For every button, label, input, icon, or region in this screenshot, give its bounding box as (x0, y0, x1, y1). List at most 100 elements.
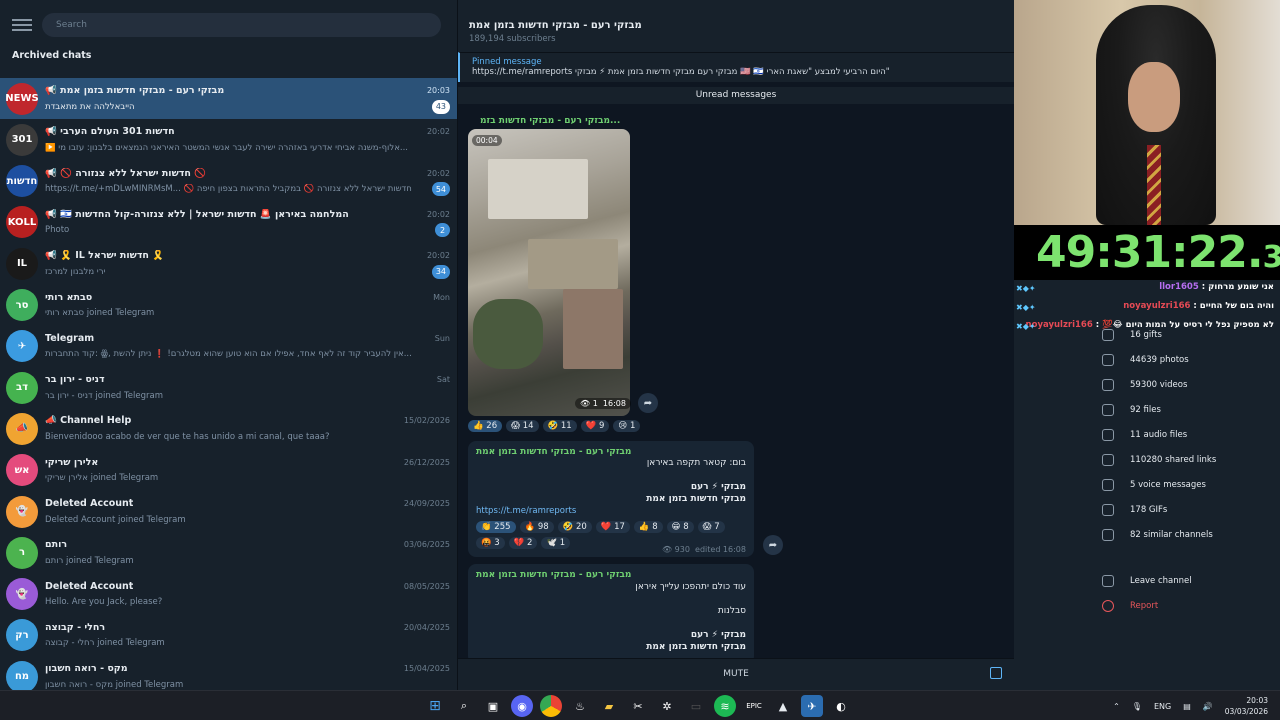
reaction-count: 1 (629, 421, 636, 431)
info-item[interactable]: 44639 photos (1014, 347, 1280, 372)
clock-date: 03/03/2026 (1224, 707, 1268, 716)
language-indicator[interactable]: ENG (1154, 702, 1171, 711)
chat-top-line: 📢 מבזקי רעם - מבזקי חדשות בזמן אמת 20:03 (45, 83, 450, 99)
chat-row[interactable]: 📣 📣 Channel Help 15/02/2026 Bienvenidooo ac… (0, 408, 457, 449)
info-item[interactable]: Report (1014, 593, 1280, 618)
search-icon[interactable]: ⌕ (453, 695, 475, 717)
channel-subscribers: 189,194 subscribers (469, 34, 556, 44)
reaction-chip[interactable]: 😢 1 (613, 420, 641, 432)
reaction-chip[interactable]: 👍 8 (633, 521, 663, 533)
video-thumbnail[interactable] (468, 129, 630, 416)
network-icon[interactable]: ▤ (1183, 702, 1191, 711)
app-icon[interactable]: ▭ (685, 695, 707, 717)
menu-icon[interactable] (12, 19, 32, 31)
info-item[interactable]: 110280 shared links (1014, 447, 1280, 472)
channel-header[interactable]: מבזקי רעם - מבזקי חדשות בזמן אמת 189,194… (458, 0, 1014, 52)
reaction-chip[interactable]: 😱 14 (506, 420, 539, 432)
spotify-icon[interactable]: ≋ (714, 695, 736, 717)
chat-time: 20:02 (426, 127, 450, 137)
gift-icon[interactable] (990, 667, 1002, 679)
chat-body: 📢 🚫 חדשות ישראל ללא צנזורה 🚫 20:02 https:/… (45, 165, 457, 197)
reaction-count: 2 (527, 538, 533, 548)
reaction-chip[interactable]: 👍 26 (468, 420, 503, 432)
chat-row[interactable]: דב דניס - ירון בר Sat דניס - ירון בר joined… (0, 367, 457, 408)
info-item[interactable]: 5 voice messages (1014, 472, 1280, 497)
chat-name: אלירן שריקי (45, 456, 99, 468)
info-item[interactable]: 11 audio files (1014, 422, 1280, 447)
mic-icon[interactable]: 🎙 (1132, 702, 1142, 711)
discord-icon[interactable]: ◉ (511, 695, 533, 717)
chrome-icon[interactable] (540, 695, 562, 717)
chat-row[interactable]: רק רחלי - קבוצה 20/04/2025 רחלי - קבוצה joi… (0, 615, 457, 656)
openai-icon[interactable]: ✲ (656, 695, 678, 717)
stream-timer: 49:31:22.33 (1014, 225, 1280, 280)
capcut-icon[interactable]: ✂ (627, 695, 649, 717)
reaction-chip[interactable]: 💔 2 (508, 537, 538, 549)
steam-icon[interactable]: ♨ (569, 695, 591, 717)
chat-row[interactable]: אש אלירן שריקי 26/12/2025 אלירן שריקי joine… (0, 450, 457, 491)
folder-icon[interactable]: ▰ (598, 695, 620, 717)
chat-preview: דניס - ירון בר joined Telegram (45, 390, 163, 401)
reaction-chip[interactable]: ❤️ 9 (580, 420, 610, 432)
reaction-chip[interactable]: 🤬 3 (476, 537, 505, 549)
share-icon[interactable]: ➦ (763, 535, 783, 555)
taskbar-apps: ⊞ ⌕ ▣ ◉ ♨ ▰ ✂ ✲ ▭ ≋ EPIC ▲ ✈ ◐ (424, 695, 852, 717)
chat-name: רותם (45, 539, 68, 551)
info-item[interactable]: Leave channel (1014, 568, 1280, 593)
app-triangle-icon[interactable]: ▲ (772, 695, 794, 717)
chat-row[interactable]: ✈ Telegram Sun קוד התחברות: ꙮ, אין להעביר ק… (0, 326, 457, 367)
chat-row[interactable]: KOLL 📢 🇮🇱 המלחמה באיראן 🚨 חדשות ישראל | ל… (0, 202, 457, 243)
chat-row[interactable]: סר סבתא רותי Mon סבתא רותי joined Telegram (0, 285, 457, 326)
archived-chats-label[interactable]: Archived chats (8, 50, 449, 61)
info-item[interactable]: 92 files (1014, 397, 1280, 422)
info-item[interactable]: 178 GIFs (1014, 497, 1280, 522)
chat-row[interactable]: 👻 Deleted Account 24/09/2025 Deleted Accoun… (0, 491, 457, 532)
chat-bottom-line: Photo 2 (45, 222, 450, 238)
avatar: IL (6, 247, 38, 280)
reaction-chip[interactable]: 🤣 20 (557, 521, 592, 533)
reaction-chip[interactable]: 🤣 11 (542, 420, 577, 432)
clock[interactable]: 20:03 03/03/2026 (1225, 695, 1268, 717)
telegram-taskbar-icon[interactable]: ✈ (801, 695, 823, 717)
message-bubble[interactable]: מבזקי רעם - מבזקי חדשות בזמן אמת בום: קט… (468, 441, 754, 557)
message-link[interactable]: https://t.me/ramreports (476, 506, 576, 516)
info-item[interactable]: 82 similar channels (1014, 522, 1280, 547)
stream-chat-user: noyayulzri166 (1123, 301, 1191, 311)
info-item[interactable]: 59300 videos (1014, 372, 1280, 397)
reaction-chip[interactable]: ❤️ 17 (595, 521, 630, 533)
chevron-up-icon[interactable]: ⌃ (1113, 702, 1120, 711)
chat-row[interactable]: מח מקס - רואה חשבון 15/04/2025 מקס - רואה ח… (0, 656, 457, 690)
pinned-message-bar[interactable]: Pinned message https://t.me/ramreports מ… (458, 52, 1014, 82)
info-label: Leave channel (1130, 575, 1192, 586)
share-icon[interactable]: ➦ (638, 393, 658, 413)
info-label: 92 files (1130, 404, 1161, 415)
chat-row[interactable]: חדשות 📢 🚫 חדשות ישראל ללא צנזורה 🚫 20:02 ht… (0, 161, 457, 202)
reaction-chip[interactable]: 👏 255 (476, 521, 516, 533)
chat-preview: סבתא רותי joined Telegram (45, 308, 155, 318)
message-edited: edited 16:08 (695, 545, 746, 554)
reaction-chip[interactable]: 😁 8 (666, 521, 694, 533)
reaction-count: 9 (598, 421, 605, 431)
chat-name: 📣 Channel Help (45, 415, 132, 427)
chat-row[interactable]: IL 📢 🎗️ IL חדשות ישראל 🎗️ 20:02 ירי מלבנון … (0, 243, 457, 284)
obs-icon[interactable]: ◐ (830, 695, 852, 717)
volume-icon[interactable]: 🔊 (1203, 702, 1213, 711)
mute-button[interactable]: MUTE (458, 658, 1014, 690)
reaction-chip[interactable]: 😱 7 (697, 521, 725, 533)
chat-row[interactable]: NEWS 📢 מבזקי רעם - מבזקי חדשות בזמן אמת 20… (0, 78, 457, 119)
chat-preview: מקס - רואה חשבון joined Telegram (45, 679, 184, 690)
message-bubble[interactable]: מבזקי רעם - מבזקי חדשות בזמן אמת עוד כול… (468, 564, 754, 664)
chat-row[interactable]: 301 📢 חדשות 301 העולם הערבי 20:02 ▶️ אלוף-מ… (0, 119, 457, 160)
message-views: 930 (674, 545, 690, 554)
reaction-chip[interactable]: 🔥 98 (519, 521, 554, 533)
chat-row[interactable]: ר רותם 03/06/2025 רותם joined Telegram (0, 532, 457, 573)
task-view-icon[interactable]: ▣ (482, 695, 504, 717)
chat-body: Telegram Sun קוד התחברות: ꙮ, אין להעביר קו… (45, 330, 457, 362)
epic-icon[interactable]: EPIC (743, 695, 765, 717)
reaction-chip[interactable]: 🕊️ 1 (541, 537, 571, 549)
windows-start-icon[interactable]: ⊞ (424, 695, 446, 717)
channel-title: מבזקי רעם - מבזקי חדשות בזמן אמת (469, 20, 642, 31)
search-input[interactable]: Search (42, 13, 441, 37)
chat-row[interactable]: 👻 Deleted Account 08/05/2025 Hello. Are you… (0, 574, 457, 615)
chat-body: מקס - רואה חשבון 15/04/2025 מקס - רואה חשב… (45, 661, 457, 690)
